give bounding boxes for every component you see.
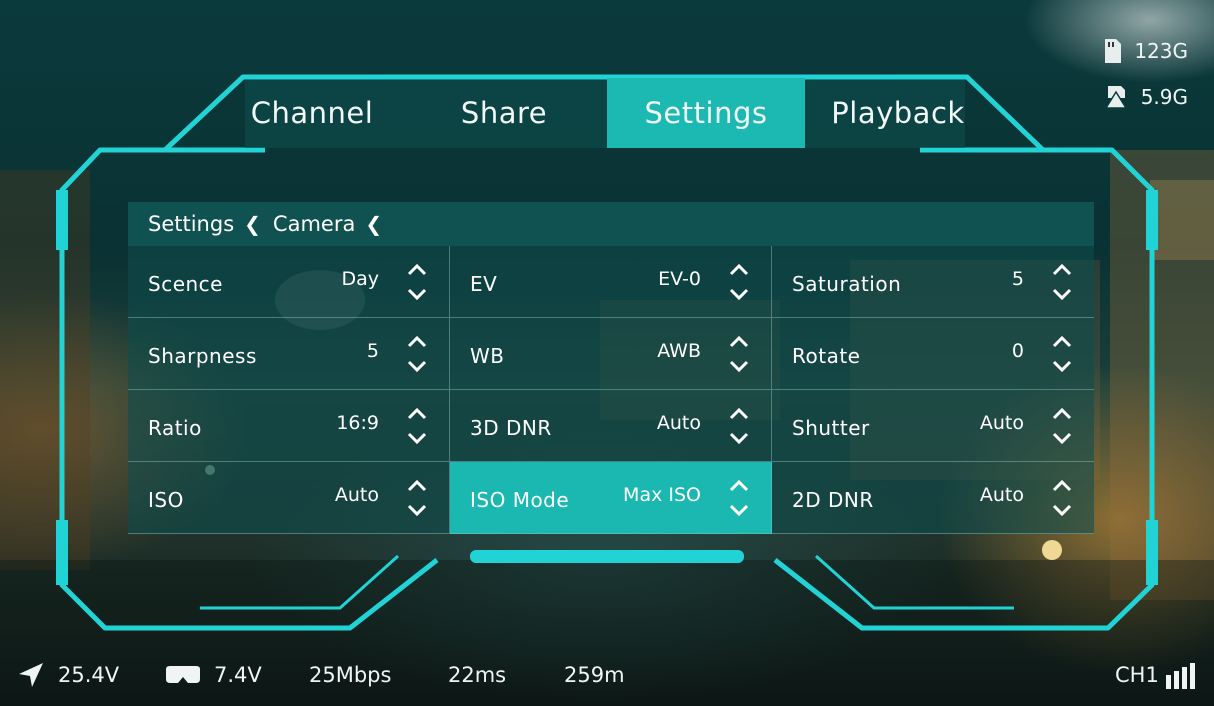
setting-label: ISO — [148, 488, 184, 512]
up-down-arrows-icon[interactable] — [1050, 406, 1074, 446]
remaining-storage: 5.9G — [1103, 84, 1188, 110]
setting-value: Max ISO — [623, 484, 701, 506]
breadcrumb-label: Camera — [272, 212, 356, 236]
up-down-arrows-icon[interactable] — [1050, 334, 1074, 374]
setting-label: EV — [470, 272, 498, 296]
setting-sharpness[interactable]: Sharpness 5 — [128, 318, 450, 390]
setting-saturation[interactable]: Saturation 5 — [772, 246, 1094, 318]
camera-settings-grid: Scence Day EV EV-0 Saturation 5 Sharpnes… — [128, 246, 1094, 534]
setting-value: Auto — [334, 484, 379, 506]
setting-label: 3D DNR — [470, 416, 552, 440]
setting-label: Scence — [148, 272, 223, 296]
goggles-voltage: 7.4V — [214, 663, 262, 687]
setting-2d-dnr[interactable]: 2D DNR Auto — [772, 462, 1094, 534]
channel-status: CH1 — [1115, 658, 1213, 692]
bitrate-status: 25Mbps — [309, 658, 391, 692]
tab-playback[interactable]: Playback — [798, 78, 998, 148]
up-down-arrows-icon[interactable] — [1050, 262, 1074, 302]
breadcrumb-label: Settings — [148, 212, 235, 236]
up-down-arrows-icon[interactable] — [727, 478, 751, 518]
setting-label: Rotate — [792, 344, 861, 368]
sd-card-storage: 123G — [1102, 38, 1188, 64]
setting-label: ISO Mode — [470, 488, 570, 512]
setting-value: Auto — [656, 412, 701, 434]
tab-share[interactable]: Share — [404, 78, 604, 148]
setting-value: Auto — [979, 412, 1024, 434]
storage-icon — [1104, 86, 1128, 109]
goggles-icon — [166, 666, 200, 683]
setting-iso[interactable]: ISO Auto — [128, 462, 450, 534]
aircraft-voltage-status: 25.4V — [16, 658, 119, 692]
setting-value: Auto — [979, 484, 1024, 506]
setting-3d-dnr[interactable]: 3D DNR Auto — [450, 390, 772, 462]
setting-iso-mode[interactable]: ISO Mode Max ISO — [450, 462, 772, 534]
setting-shutter[interactable]: Shutter Auto — [772, 390, 1094, 462]
aircraft-voltage: 25.4V — [58, 663, 120, 687]
setting-value: 5 — [1011, 268, 1024, 290]
setting-value: 0 — [1011, 340, 1024, 362]
setting-label: Sharpness — [148, 344, 257, 368]
goggles-voltage-status: 7.4V — [164, 658, 262, 692]
bitrate-value: 25Mbps — [309, 663, 392, 687]
up-down-arrows-icon[interactable] — [405, 406, 429, 446]
distance-value: 259m — [564, 663, 625, 687]
signal-bars-icon — [1165, 663, 1195, 689]
remaining-capacity: 5.9G — [1140, 85, 1188, 109]
setting-value: 16:9 — [336, 412, 379, 434]
chevron-left-icon: ❮ — [365, 212, 383, 236]
up-down-arrows-icon[interactable] — [405, 262, 429, 302]
setting-label: Ratio — [148, 416, 202, 440]
setting-value: Day — [341, 268, 379, 290]
up-down-arrows-icon[interactable] — [1050, 478, 1074, 518]
channel-value: CH1 — [1115, 663, 1159, 687]
up-down-arrows-icon[interactable] — [727, 262, 751, 302]
breadcrumb-camera[interactable]: Camera ❮ — [273, 212, 382, 236]
breadcrumb-settings[interactable]: Settings ❮ — [148, 212, 261, 236]
setting-label: Saturation — [792, 272, 902, 296]
aircraft-icon — [19, 663, 43, 687]
up-down-arrows-icon[interactable] — [405, 334, 429, 374]
setting-value: EV-0 — [658, 268, 701, 290]
breadcrumb: Settings ❮ Camera ❮ — [128, 202, 1094, 246]
setting-label: WB — [470, 344, 505, 368]
setting-rotate[interactable]: Rotate 0 — [772, 318, 1094, 390]
up-down-arrows-icon[interactable] — [405, 478, 429, 518]
setting-label: Shutter — [792, 416, 870, 440]
tab-settings[interactable]: Settings — [607, 78, 805, 148]
setting-value: AWB — [657, 340, 701, 362]
setting-wb[interactable]: WB AWB — [450, 318, 772, 390]
sd-card-capacity: 123G — [1134, 39, 1188, 63]
setting-scence[interactable]: Scence Day — [128, 246, 450, 318]
up-down-arrows-icon[interactable] — [727, 334, 751, 374]
up-down-arrows-icon[interactable] — [727, 406, 751, 446]
distance-status: 259m — [564, 658, 625, 692]
setting-ev[interactable]: EV EV-0 — [450, 246, 772, 318]
latency-value: 22ms — [448, 663, 507, 687]
setting-value: 5 — [366, 340, 379, 362]
tab-channel[interactable]: Channel — [212, 78, 412, 148]
chevron-left-icon: ❮ — [244, 212, 261, 236]
setting-ratio[interactable]: Ratio 16:9 — [128, 390, 450, 462]
latency-status: 22ms — [448, 658, 506, 692]
setting-label: 2D DNR — [792, 488, 874, 512]
sd-card-icon — [1105, 39, 1122, 63]
